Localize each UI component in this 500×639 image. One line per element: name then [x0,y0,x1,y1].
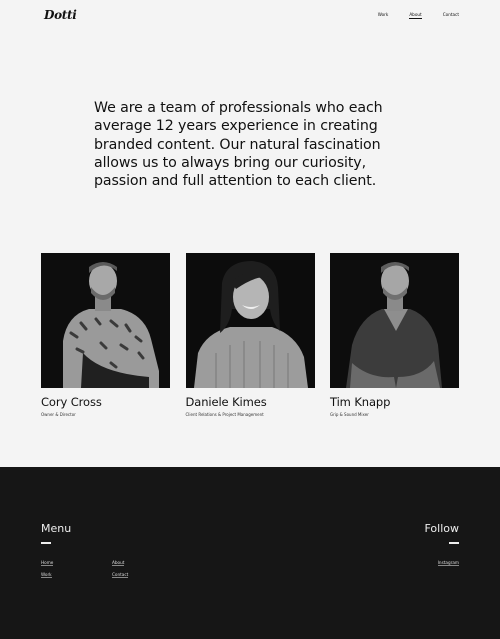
team-member-photo [185,253,315,388]
team-member-name: Tim Knapp [330,395,391,409]
site-footer: Menu Follow Home About Work Contact Inst… [0,467,500,639]
footer-menu-title: Menu [41,522,72,535]
team-member-name: Daniele Kimes [185,395,267,409]
footer-work-link[interactable]: Work [41,572,52,578]
nav-about-link[interactable]: About [409,12,423,19]
nav-contact-link[interactable]: Contact [443,12,459,17]
footer-divider [41,542,51,544]
team-member-photo [41,253,170,388]
portrait-woman-smiling [185,253,315,388]
footer-instagram-link[interactable]: Instagram [437,560,459,566]
nav-work-link[interactable]: Work [378,12,389,17]
team-member-role: Owner & Director [41,412,76,417]
footer-home-link[interactable]: Home [41,560,54,566]
intro-statement: We are a team of professionals who each … [94,100,383,190]
team-member-photo [330,253,459,388]
team-member-card: Daniele Kimes Client Relations & Project… [185,253,315,417]
footer-about-link[interactable]: About [112,560,125,566]
footer-follow-title: Follow [424,522,459,535]
team-member-card: Tim Knapp Grip & Sound Mixer [330,253,459,417]
team-grid: Cory Cross Owner & Director Daniele Kime… [41,253,459,417]
portrait-man-patterned-shirt [41,253,170,388]
portrait-man-dark-tshirt [330,253,459,388]
team-member-role: Grip & Sound Mixer [330,412,369,417]
main-nav: Work About Contact [357,12,459,19]
team-member-name: Cory Cross [41,395,102,409]
site-logo[interactable]: Dotti [44,8,77,22]
footer-contact-link[interactable]: Contact [112,572,129,578]
footer-divider [449,542,459,544]
team-member-card: Cory Cross Owner & Director [41,253,170,417]
team-member-role: Client Relations & Project Management [185,412,264,417]
